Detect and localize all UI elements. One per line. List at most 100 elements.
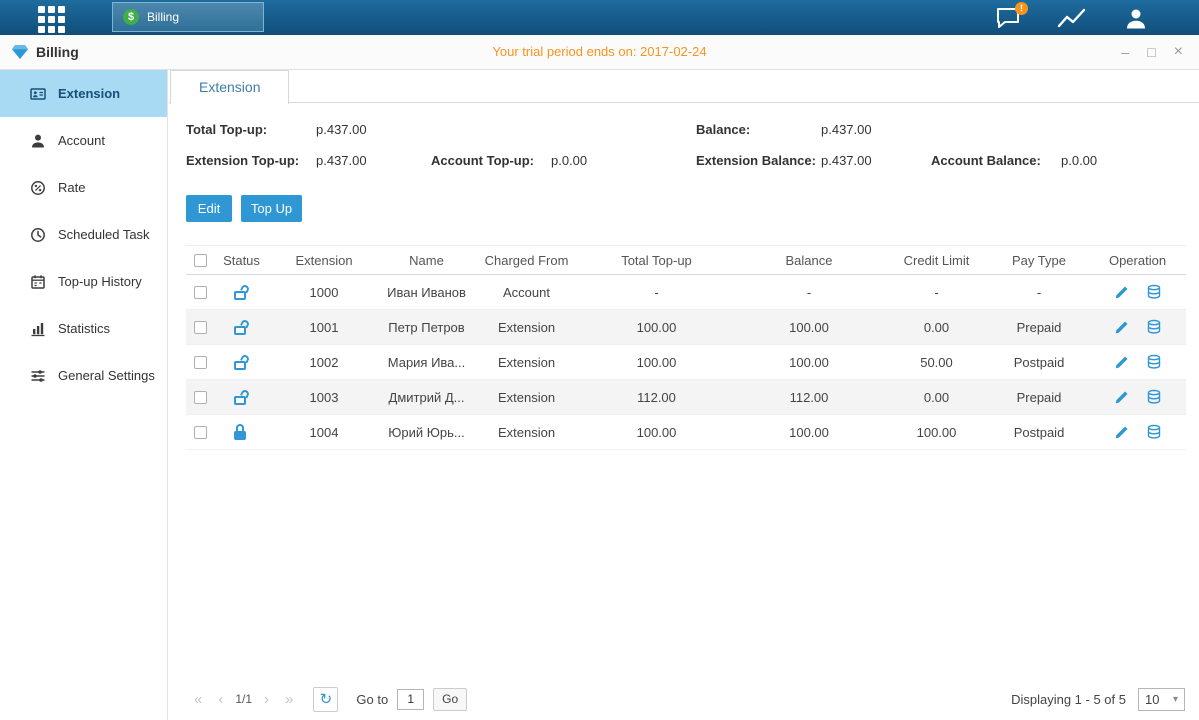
cell-extension: 1004 bbox=[269, 415, 379, 449]
person-icon bbox=[1123, 6, 1149, 30]
cell-charged-from: Account bbox=[474, 275, 579, 309]
pagination-bar: « ‹ 1/1 › » ↻ Go to Go Displaying 1 - 5 … bbox=[186, 685, 1185, 713]
cell-balance: 100.00 bbox=[734, 310, 884, 344]
sidebar-item-label: Account bbox=[58, 133, 105, 148]
resource-monitor-icon[interactable] bbox=[1057, 5, 1087, 31]
edit-button[interactable]: Edit bbox=[186, 195, 232, 222]
cell-total-topup: 100.00 bbox=[579, 310, 734, 344]
first-page-button[interactable]: « bbox=[186, 691, 210, 708]
top-up-icon[interactable] bbox=[1145, 283, 1163, 301]
account-balance-value: p.0.00 bbox=[1061, 153, 1097, 168]
total-topup-value: p.437.00 bbox=[316, 122, 367, 137]
row-check-cell bbox=[186, 310, 214, 344]
sidebar-item-topup-history[interactable]: Top-up History bbox=[0, 258, 167, 305]
table-row: 1002 Мария Ива... Extension 100.00 100.0… bbox=[186, 345, 1186, 380]
row-status-cell bbox=[214, 380, 269, 414]
prev-page-button[interactable]: ‹ bbox=[210, 691, 231, 708]
row-checkbox[interactable] bbox=[194, 391, 207, 404]
cell-extension: 1000 bbox=[269, 275, 379, 309]
taskbar-billing-tab[interactable]: $ Billing bbox=[112, 2, 264, 32]
sidebar-item-label: Rate bbox=[58, 180, 85, 195]
top-up-icon[interactable] bbox=[1145, 423, 1163, 441]
sidebar-item-label: Statistics bbox=[58, 321, 110, 336]
cell-charged-from: Extension bbox=[474, 380, 579, 414]
minimize-button[interactable]: – bbox=[1121, 45, 1129, 59]
cell-pay-type: - bbox=[989, 275, 1089, 309]
next-page-button[interactable]: › bbox=[256, 691, 277, 708]
row-checkbox[interactable] bbox=[194, 321, 207, 334]
topbar: $ Billing ! bbox=[0, 0, 1199, 35]
app-grid-icon[interactable] bbox=[38, 6, 65, 33]
cell-operation bbox=[1089, 275, 1186, 309]
go-button[interactable]: Go bbox=[433, 688, 467, 711]
top-up-icon[interactable] bbox=[1145, 318, 1163, 336]
cell-extension: 1001 bbox=[269, 310, 379, 344]
sidebar-item-extension[interactable]: Extension bbox=[0, 70, 167, 117]
edit-icon[interactable] bbox=[1112, 318, 1130, 336]
table-row: 1004 Юрий Юрь... Extension 100.00 100.00… bbox=[186, 415, 1186, 450]
sidebar-item-rate[interactable]: Rate bbox=[0, 164, 167, 211]
cell-pay-type: Prepaid bbox=[989, 380, 1089, 414]
top-up-icon[interactable] bbox=[1145, 388, 1163, 406]
table-header-row: Status Extension Name Charged From Total… bbox=[186, 245, 1186, 275]
main-content: Extension Total Top-up: p.437.00 Balance… bbox=[169, 70, 1199, 720]
account-topup-label: Account Top-up: bbox=[431, 153, 534, 168]
sidebar-item-statistics[interactable]: Statistics bbox=[0, 305, 167, 352]
cell-charged-from: Extension bbox=[474, 310, 579, 344]
row-status-cell bbox=[214, 310, 269, 344]
row-checkbox[interactable] bbox=[194, 356, 207, 369]
close-button[interactable]: × bbox=[1174, 44, 1183, 60]
edit-icon[interactable] bbox=[1112, 423, 1130, 441]
sidebar-item-label: Extension bbox=[58, 86, 120, 101]
top-up-icon[interactable] bbox=[1145, 353, 1163, 371]
row-checkbox[interactable] bbox=[194, 426, 207, 439]
sidebar-item-scheduled-task[interactable]: Scheduled Task bbox=[0, 211, 167, 258]
cell-extension: 1003 bbox=[269, 380, 379, 414]
goto-page-input[interactable] bbox=[397, 689, 424, 710]
select-all-checkbox[interactable] bbox=[194, 254, 207, 267]
sidebar-item-label: General Settings bbox=[58, 368, 155, 383]
last-page-button[interactable]: » bbox=[277, 691, 301, 708]
clock-icon bbox=[30, 227, 46, 243]
lock-status-icon bbox=[234, 354, 249, 370]
maximize-button[interactable]: □ bbox=[1147, 45, 1155, 59]
edit-icon[interactable] bbox=[1112, 353, 1130, 371]
cell-credit-limit: 50.00 bbox=[884, 345, 989, 379]
table-row: 1001 Петр Петров Extension 100.00 100.00… bbox=[186, 310, 1186, 345]
chevron-down-icon: ▾ bbox=[1173, 694, 1178, 705]
top-up-button[interactable]: Top Up bbox=[241, 195, 302, 222]
total-topup-label: Total Top-up: bbox=[186, 122, 267, 137]
dollar-icon: $ bbox=[123, 9, 139, 25]
cell-total-topup: 112.00 bbox=[579, 380, 734, 414]
titlebar: Billing Your trial period ends on: 2017-… bbox=[0, 35, 1199, 70]
extension-balance-value: p.437.00 bbox=[821, 153, 872, 168]
row-check-cell bbox=[186, 415, 214, 449]
select-all-cell bbox=[186, 246, 214, 274]
calendar-icon bbox=[30, 274, 46, 290]
account-topup-value: p.0.00 bbox=[551, 153, 587, 168]
user-account-icon[interactable] bbox=[1121, 5, 1151, 31]
extension-topup-value: p.437.00 bbox=[316, 153, 367, 168]
refresh-button[interactable]: ↻ bbox=[313, 687, 338, 712]
cell-charged-from: Extension bbox=[474, 415, 579, 449]
edit-icon[interactable] bbox=[1112, 283, 1130, 301]
sidebar-item-general-settings[interactable]: General Settings bbox=[0, 352, 167, 399]
cell-balance: 100.00 bbox=[734, 415, 884, 449]
billing-app-icon bbox=[12, 45, 28, 59]
balance-label: Balance: bbox=[696, 122, 750, 137]
sidebar-item-account[interactable]: Account bbox=[0, 117, 167, 164]
taskbar-billing-label: Billing bbox=[147, 10, 179, 24]
row-check-cell bbox=[186, 275, 214, 309]
edit-icon[interactable] bbox=[1112, 388, 1130, 406]
trial-notice: Your trial period ends on: 2017-02-24 bbox=[0, 35, 1199, 69]
tab-extension[interactable]: Extension bbox=[170, 70, 289, 104]
extension-icon bbox=[30, 86, 46, 102]
row-checkbox[interactable] bbox=[194, 286, 207, 299]
account-balance-label: Account Balance: bbox=[931, 153, 1041, 168]
page-size-select[interactable]: 10 ▾ bbox=[1138, 688, 1185, 711]
page-size-value: 10 bbox=[1145, 692, 1159, 707]
app-title: Billing bbox=[12, 35, 79, 69]
cell-credit-limit: - bbox=[884, 275, 989, 309]
notifications-icon[interactable]: ! bbox=[993, 5, 1023, 31]
sidebar: Extension Account Rate Scheduled Task bbox=[0, 70, 168, 720]
